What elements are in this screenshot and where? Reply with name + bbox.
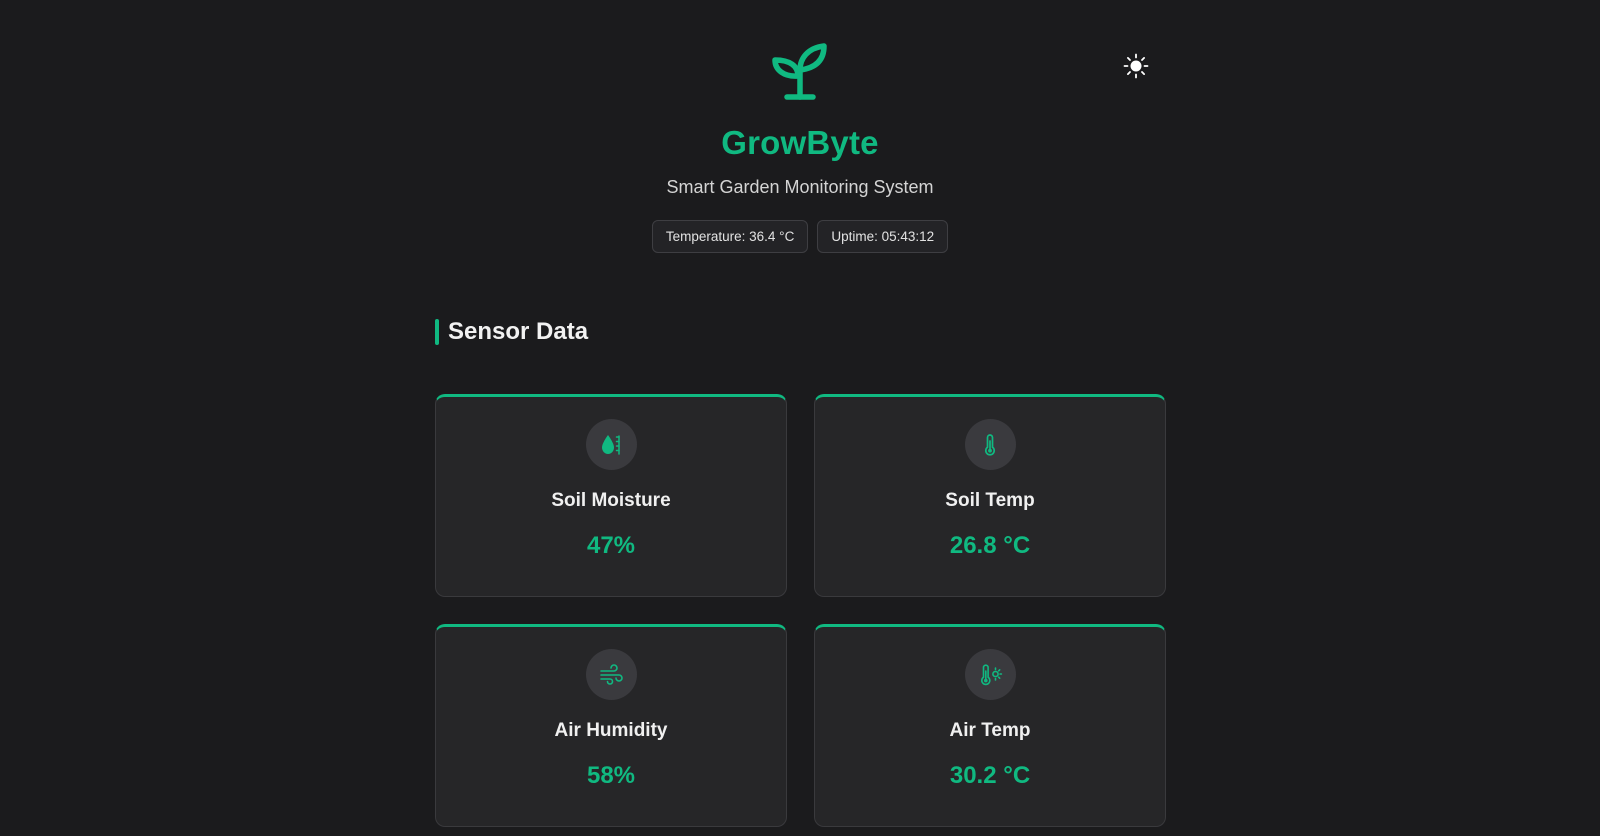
section-accent-bar [435,319,439,345]
sensor-data-section: Sensor Data Soil Moisture 47% Soil Temp … [435,318,1166,827]
seedling-icon [771,43,827,100]
sensor-label: Soil Moisture [551,490,671,511]
section-title: Sensor Data [448,318,589,345]
thermometer-icon [985,433,995,456]
temperature-status-badge: Temperature: 36.4 °C [651,220,809,253]
sensor-card-air-humidity: Air Humidity 58% [435,624,787,827]
sensor-label: Air Temp [949,720,1031,741]
sensor-label: Air Humidity [554,720,668,741]
sensor-card-air-temp: Air Temp 30.2 °C [814,624,1166,827]
icon-badge [585,419,637,470]
uptime-status-badge: Uptime: 05:43:12 [817,220,949,253]
app-subtitle: Smart Garden Monitoring System [666,177,934,197]
app-title: GrowByte [721,124,879,161]
wind-icon [600,663,623,685]
section-heading: Sensor Data [435,318,1166,346]
sensor-grid: Soil Moisture 47% Soil Temp 26.8 °C Air … [435,394,1166,827]
thermometer-sun-icon [981,663,1003,685]
header: GrowByte Smart Garden Monitoring System … [0,40,1600,253]
sensor-value: 26.8 °C [949,532,1031,559]
sensor-value: 58% [586,762,636,789]
icon-badge [964,649,1016,700]
dashboard-page: GrowByte Smart Garden Monitoring System … [0,0,1600,836]
icon-badge [964,419,1016,470]
sensor-card-soil-moisture: Soil Moisture 47% [435,394,787,597]
status-row: Temperature: 36.4 °C Uptime: 05:43:12 [651,220,949,253]
sensor-value: 47% [586,532,636,559]
sensor-value: 30.2 °C [949,762,1031,789]
sensor-label: Soil Temp [945,490,1035,511]
icon-badge [585,649,637,700]
sensor-card-soil-temp: Soil Temp 26.8 °C [814,394,1166,597]
droplet-gauge-icon [602,434,620,455]
